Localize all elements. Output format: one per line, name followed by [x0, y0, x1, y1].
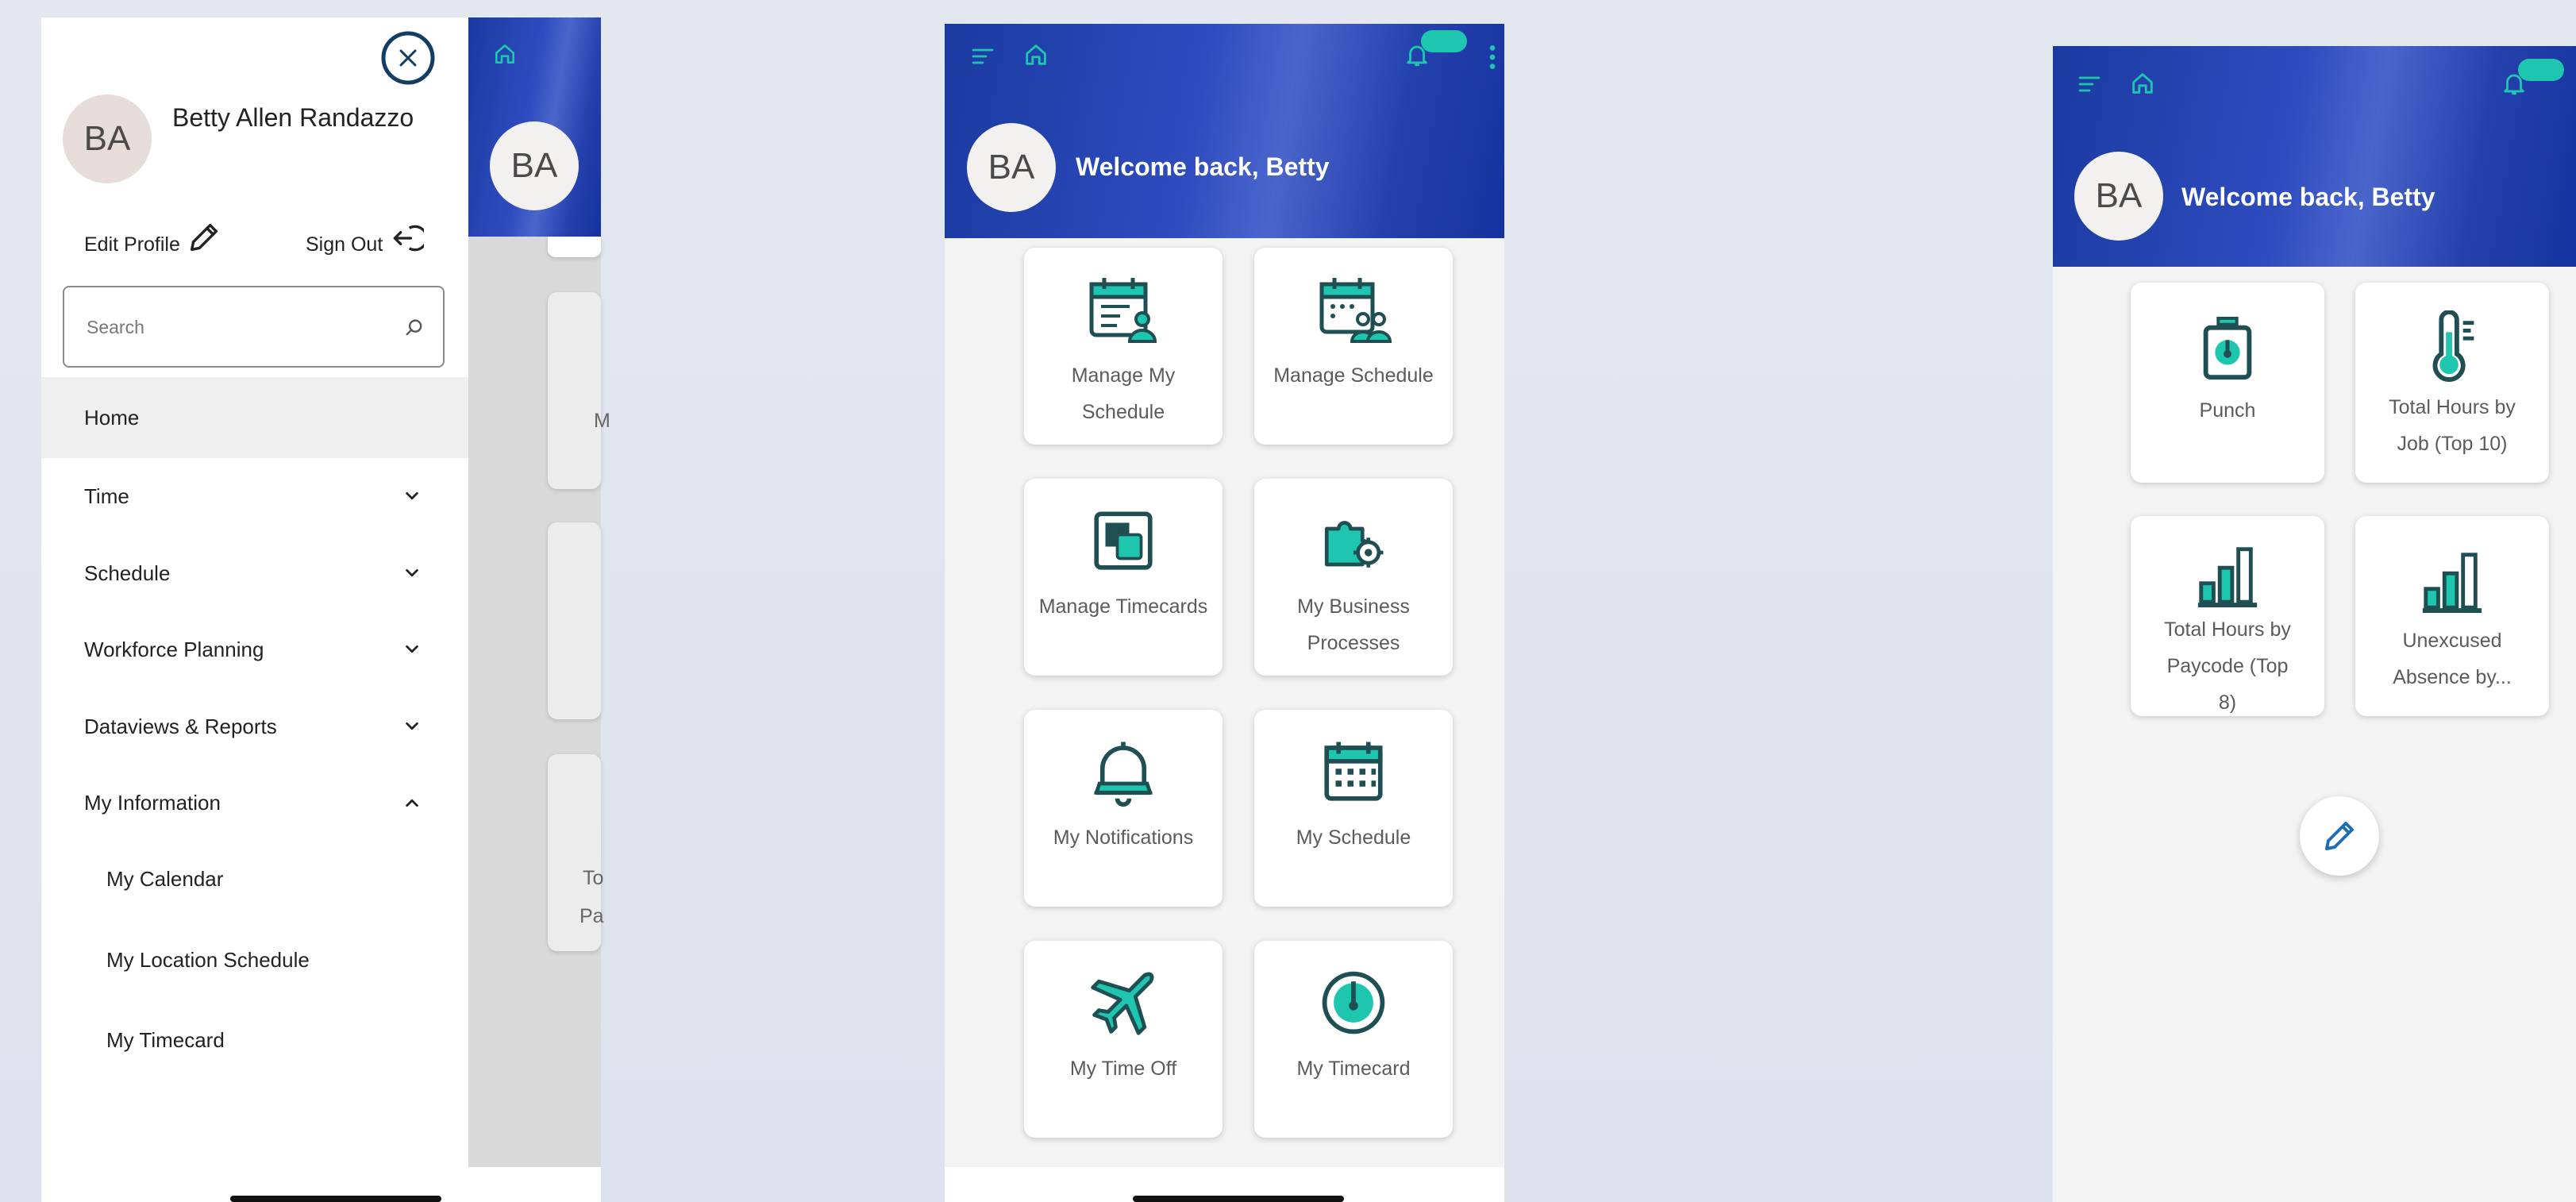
search-field[interactable]: [63, 286, 445, 368]
bg-tile: To Pa: [548, 754, 604, 951]
thermometer-icon: [2412, 306, 2492, 386]
bg-tile: [548, 237, 601, 257]
menu-item-my-information[interactable]: My Information: [41, 764, 468, 842]
tile-my-notifications[interactable]: My Notifications: [1024, 710, 1223, 907]
chevron-down-icon: [406, 491, 418, 500]
menu-item-label: Workforce Planning: [84, 637, 264, 661]
menu-item-label: Dataviews & Reports: [84, 714, 277, 738]
tile-manage-schedule[interactable]: Manage Schedule: [1254, 248, 1453, 445]
menu-icon[interactable]: [970, 44, 995, 69]
pencil-icon[interactable]: [186, 219, 222, 256]
bg-tile-text: To: [583, 867, 604, 889]
sign-out-link[interactable]: Sign Out: [306, 233, 383, 256]
home-icon[interactable]: [492, 41, 518, 67]
clock-icon: [1314, 963, 1393, 1042]
timecards-icon: [1084, 501, 1163, 580]
bg-avatar: BA: [490, 121, 579, 210]
search-input[interactable]: [87, 311, 388, 343]
tile-label: Punch: [2199, 399, 2256, 422]
tile-label: My Schedule: [1296, 826, 1411, 849]
menu-item-workforce-planning[interactable]: Workforce Planning: [41, 611, 468, 688]
calendar-person-icon: [1084, 270, 1163, 349]
search-icon[interactable]: [403, 317, 425, 339]
tile-punch[interactable]: Punch: [2131, 283, 2324, 483]
bg-tile: [548, 522, 601, 719]
tile-label: Manage My Schedule: [1071, 364, 1176, 423]
home-indicator: [1133, 1196, 1344, 1202]
tile-label: Total Hours by Job (Top 10): [2389, 396, 2516, 455]
calendar-icon: [1314, 732, 1393, 811]
welcome-text: Welcome back, Betty: [1076, 152, 1330, 181]
menu-item-label: Schedule: [84, 561, 171, 585]
tile-my-timecard[interactable]: My Timecard: [1254, 941, 1453, 1138]
close-icon[interactable]: [379, 29, 437, 87]
notification-badge: 3: [2518, 59, 2564, 81]
calendar-group-icon: [1314, 270, 1393, 349]
home-icon[interactable]: [2129, 70, 2156, 97]
bg-bottom-strip: [468, 1167, 601, 1202]
nav-drawer: BA Betty Allen Randazzo Edit Profile Sig…: [41, 17, 468, 1202]
sign-out-icon[interactable]: [389, 221, 424, 256]
tile-manage-timecards[interactable]: Manage Timecards: [1024, 479, 1223, 676]
welcome-text: Welcome back, Betty: [2181, 183, 2435, 211]
tile-label: Total Hours by Paycode (Top 8): [2164, 618, 2291, 714]
notification-badge: 3: [1421, 30, 1467, 52]
menu-item-dataviews-reports[interactable]: Dataviews & Reports: [41, 688, 468, 765]
bg-tile-text: Pa: [580, 905, 604, 927]
airplane-icon: [1084, 963, 1163, 1042]
menu-item-label: Home: [84, 405, 140, 430]
submenu-item-my-calendar[interactable]: My Calendar: [106, 867, 223, 892]
chevron-down-icon: [406, 645, 418, 653]
menu-item-schedule[interactable]: Schedule: [41, 534, 468, 612]
bell-icon: [1084, 732, 1163, 811]
tile-label: My Time Off: [1069, 1058, 1177, 1080]
bg-tile: M: [548, 292, 610, 489]
bar-chart-icon: [2412, 540, 2492, 619]
bg-tile-text: M: [594, 410, 610, 432]
more-vertical-icon[interactable]: [1484, 41, 1500, 73]
tile-my-schedule[interactable]: My Schedule: [1254, 710, 1453, 907]
puzzle-gear-icon: [1314, 501, 1393, 580]
chevron-up-icon: [406, 799, 418, 807]
home-indicator: [230, 1196, 441, 1202]
avatar[interactable]: BA: [2074, 152, 2163, 241]
tile-my-time-off[interactable]: My Time Off: [1024, 941, 1223, 1138]
menu-item-label: My Information: [84, 790, 221, 815]
chevron-down-icon: [406, 568, 418, 577]
home-icon[interactable]: [1022, 41, 1049, 68]
tile-label: My Notifications: [1053, 826, 1194, 849]
tile-label: Unexcused Absence by...: [2393, 630, 2512, 688]
chevron-down-icon: [406, 722, 418, 730]
tile-my-business-processes[interactable]: My Business Processes: [1254, 479, 1453, 676]
edit-profile-link[interactable]: Edit Profile: [84, 233, 180, 256]
tile-label: Manage Schedule: [1273, 364, 1434, 387]
menu-item-home[interactable]: Home: [41, 377, 468, 458]
menu-icon[interactable]: [2077, 71, 2102, 97]
tile-label: My Timecard: [1296, 1058, 1411, 1080]
submenu-item-my-timecard[interactable]: My Timecard: [106, 1028, 225, 1053]
punch-clock-icon: [2188, 310, 2267, 389]
tile-label: Manage Timecards: [1038, 595, 1208, 618]
avatar[interactable]: BA: [967, 123, 1056, 212]
submenu-item-my-location-schedule[interactable]: My Location Schedule: [106, 948, 310, 973]
tile-total-hours-by-job[interactable]: Total Hours by Job (Top 10): [2355, 283, 2549, 483]
menu-item-time[interactable]: Time: [41, 457, 468, 535]
avatar[interactable]: BA: [63, 94, 152, 183]
bar-chart-icon: [2188, 540, 2267, 608]
tile-manage-my-schedule[interactable]: Manage My Schedule: [1024, 248, 1223, 445]
edit-fab-button[interactable]: [2300, 796, 2379, 876]
tile-label: My Business Processes: [1297, 595, 1410, 654]
tile-unexcused-absence[interactable]: Unexcused Absence by...: [2355, 516, 2549, 716]
menu-item-label: Time: [84, 483, 129, 508]
tile-total-hours-by-paycode[interactable]: Total Hours by Paycode (Top 8): [2131, 516, 2324, 716]
pencil-icon: [2325, 822, 2354, 850]
user-name: Betty Allen Randazzo: [172, 103, 414, 132]
